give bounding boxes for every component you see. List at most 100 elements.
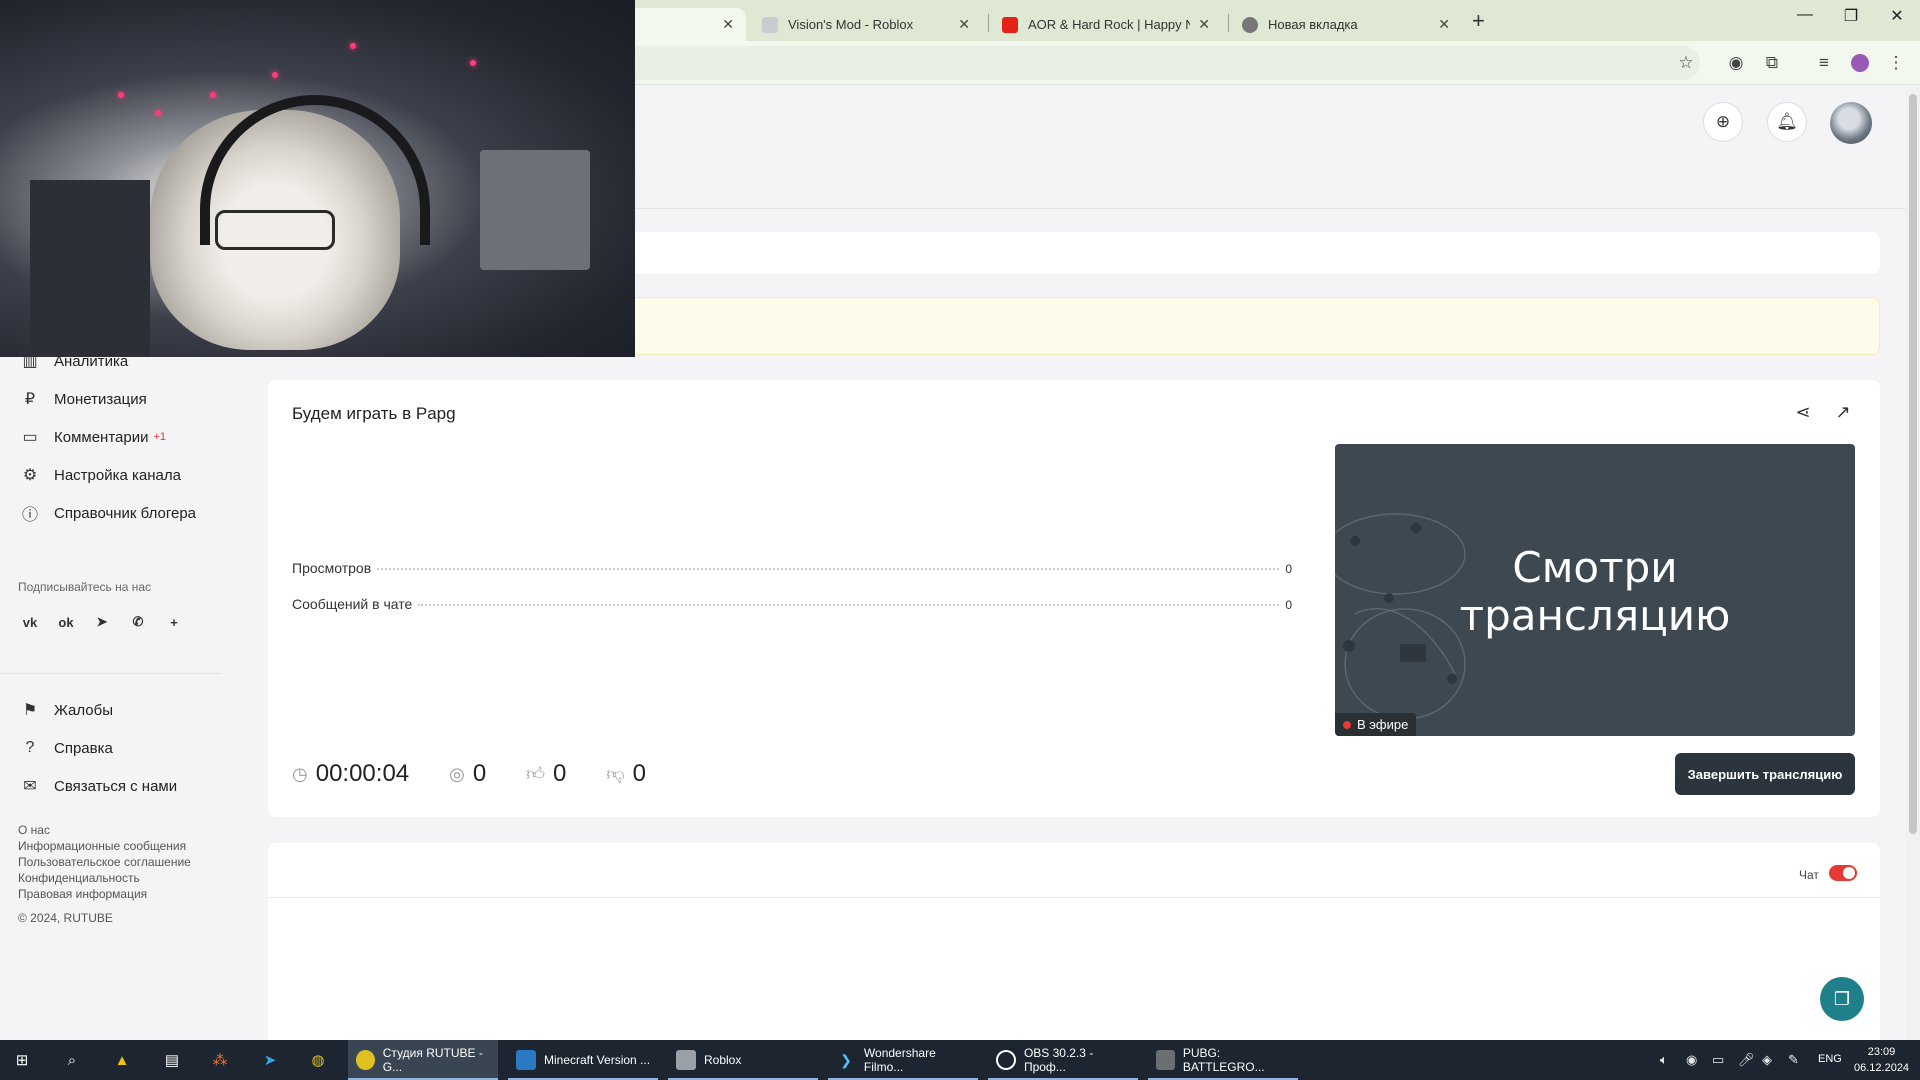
- stat-chat-messages: Сообщений в чате 0: [292, 596, 1292, 612]
- chat-toggle[interactable]: [1829, 865, 1857, 881]
- comments-badge: +1: [153, 431, 167, 443]
- new-tab-button[interactable]: +: [1472, 8, 1485, 34]
- taskbar-app-filmora[interactable]: ❯ Wondershare Filmo...: [828, 1040, 978, 1080]
- info-icon: ⓘ: [21, 507, 38, 524]
- mail-icon: ✉: [23, 778, 37, 795]
- sidebar-item-monetization[interactable]: ₽ Монетизация: [20, 387, 147, 411]
- taskbar-app-minecraft[interactable]: Minecraft Version ...: [508, 1040, 658, 1080]
- avatar[interactable]: [1830, 102, 1872, 144]
- minimize-icon[interactable]: —: [1790, 6, 1820, 24]
- support-chat-button[interactable]: ❐: [1820, 977, 1864, 1021]
- webcam-glasses: [215, 210, 335, 250]
- chrome-icon: [356, 1050, 375, 1070]
- dots-app-icon[interactable]: ⁂: [208, 1048, 232, 1072]
- obs-tray-icon[interactable]: ◉: [1686, 1052, 1697, 1068]
- sidebar-item-contact[interactable]: ✉ Связаться с нами: [20, 774, 177, 798]
- media-control-icon[interactable]: ≡: [1812, 51, 1836, 75]
- pubg-icon: [1156, 1050, 1175, 1070]
- preview-caption: Смотри трансляцию: [1459, 543, 1731, 640]
- footer-link-info[interactable]: Информационные сообщения: [18, 838, 191, 854]
- sidebar-item-complaints[interactable]: ⚑ Жалобы: [20, 698, 113, 722]
- flag-icon: ⚑: [22, 702, 38, 719]
- chat-bubbles-icon: ❐: [1833, 988, 1851, 1009]
- clock-icon: ◷: [292, 763, 308, 784]
- light-dot: [210, 92, 216, 98]
- stat-label: Сообщений в чате: [292, 596, 413, 612]
- windows-start-icon[interactable]: ⊞: [10, 1048, 34, 1072]
- close-icon[interactable]: ✕: [1438, 16, 1450, 33]
- sidebar-item-comments[interactable]: ▭ Комментарии +1: [20, 425, 166, 449]
- system-clock[interactable]: 23:09 06.12.2024: [1854, 1044, 1909, 1076]
- dotted-leader: [377, 568, 1280, 570]
- upload-icon[interactable]: ⊕: [1703, 102, 1743, 142]
- chrome-icon: [1242, 16, 1258, 33]
- profile-icon[interactable]: [1848, 51, 1872, 75]
- bookmark-star-icon[interactable]: ☆: [1674, 51, 1698, 75]
- pen-icon[interactable]: ✎: [1788, 1052, 1799, 1068]
- network-icon[interactable]: ▭: [1712, 1052, 1724, 1068]
- taskbar-app-obs[interactable]: OBS 30.2.3 - Проф...: [988, 1040, 1138, 1080]
- stat-label: Просмотров: [292, 560, 372, 576]
- record-extension-icon[interactable]: ◉: [1724, 51, 1748, 75]
- chrome-icon[interactable]: ◍: [306, 1048, 330, 1072]
- window-close-icon[interactable]: ✕: [1882, 6, 1912, 26]
- scroll-thumb[interactable]: [1909, 94, 1917, 834]
- footer-link-terms[interactable]: Пользовательское соглашение: [18, 854, 191, 870]
- stream-card: Будем играть в Papg ⋖ ↗ Просмотров 0 Соо…: [268, 380, 1880, 817]
- microphone-icon[interactable]: 🎤︎: [1738, 1052, 1755, 1068]
- youtube-icon: [1002, 16, 1018, 33]
- sidebar-item-channel-settings[interactable]: ⚙ Настройка канала: [20, 463, 181, 487]
- vk-icon[interactable]: vk: [18, 610, 42, 634]
- close-icon[interactable]: ✕: [722, 16, 734, 33]
- chat-panel: Чат: [268, 843, 1880, 1040]
- obs-icon: [996, 1050, 1016, 1070]
- tab-youtube[interactable]: AOR & Hard Rock | Happy New ✕: [990, 8, 1222, 41]
- warning-app-icon[interactable]: ▲: [110, 1048, 134, 1072]
- end-stream-button[interactable]: Завершить трансляцию: [1675, 753, 1855, 795]
- footer-link-about[interactable]: О нас: [18, 822, 191, 838]
- footer-link-privacy[interactable]: Конфиденциальность: [18, 870, 191, 886]
- page-scrollbar[interactable]: [1906, 86, 1920, 1040]
- share-icon[interactable]: ⋖: [1791, 402, 1815, 423]
- taskbar-app-roblox[interactable]: Roblox: [668, 1040, 818, 1080]
- extensions-icon[interactable]: ⧉: [1760, 51, 1784, 75]
- tab-new-tab[interactable]: Новая вкладка ✕: [1230, 8, 1462, 41]
- notepad-icon[interactable]: ▤: [160, 1048, 184, 1072]
- sidebar-item-blogger-guide[interactable]: ⓘ Справочник блогера: [20, 501, 196, 525]
- menu-icon[interactable]: ⋮: [1884, 51, 1908, 75]
- sidebar-item-help[interactable]: ? Справка: [20, 736, 113, 760]
- taskbar-app-pubg[interactable]: PUBG: BATTLEGRO...: [1148, 1040, 1298, 1080]
- sidebar-divider: [0, 673, 222, 674]
- telegram-icon[interactable]: ➤: [258, 1048, 282, 1072]
- light-dot: [155, 110, 161, 116]
- telegram-icon[interactable]: ➤: [90, 610, 114, 634]
- light-dot: [470, 60, 476, 66]
- close-icon[interactable]: ✕: [1198, 16, 1210, 33]
- footer-link-legal[interactable]: Правовая информация: [18, 886, 191, 902]
- open-external-icon[interactable]: ↗: [1831, 402, 1855, 423]
- address-bar[interactable]: [560, 46, 1700, 80]
- thumbs-up-icon: 👍︎: [526, 764, 546, 784]
- tab-separator: [1228, 14, 1229, 32]
- stream-title: Будем играть в Papg: [292, 404, 456, 423]
- ruble-icon: ₽: [24, 391, 36, 408]
- plus-icon[interactable]: +: [162, 610, 186, 634]
- search-icon[interactable]: ⌕: [60, 1048, 84, 1072]
- windows-taskbar: ⊞ ⌕ ▲ ▤ ⁂ ➤ ◍ Студия RUTUBE - G... Minec…: [0, 1040, 1920, 1080]
- minecraft-icon: [516, 1050, 536, 1070]
- social-links: vk ok ➤ ✆ +: [18, 610, 186, 634]
- tab-roblox-mod[interactable]: Vision's Mod - Roblox ✕: [750, 8, 982, 41]
- taskbar-app-chrome[interactable]: Студия RUTUBE - G...: [348, 1040, 498, 1080]
- ok-icon[interactable]: ok: [54, 610, 78, 634]
- stat-value: 0: [1285, 598, 1292, 612]
- notification-bell-icon[interactable]: 🔔︎: [1767, 102, 1807, 142]
- stream-preview[interactable]: Смотри трансляцию В эфире: [1335, 444, 1855, 736]
- volume-icon[interactable]: 🔈︎: [1660, 1052, 1668, 1068]
- light-dot: [272, 72, 278, 78]
- restore-icon[interactable]: ❐: [1836, 6, 1866, 26]
- close-icon[interactable]: ✕: [958, 16, 970, 33]
- stat-value: 0: [1285, 562, 1292, 576]
- viber-icon[interactable]: ✆: [126, 610, 150, 634]
- language-indicator[interactable]: ENG: [1818, 1053, 1842, 1065]
- steam-icon[interactable]: ◈: [1762, 1052, 1772, 1068]
